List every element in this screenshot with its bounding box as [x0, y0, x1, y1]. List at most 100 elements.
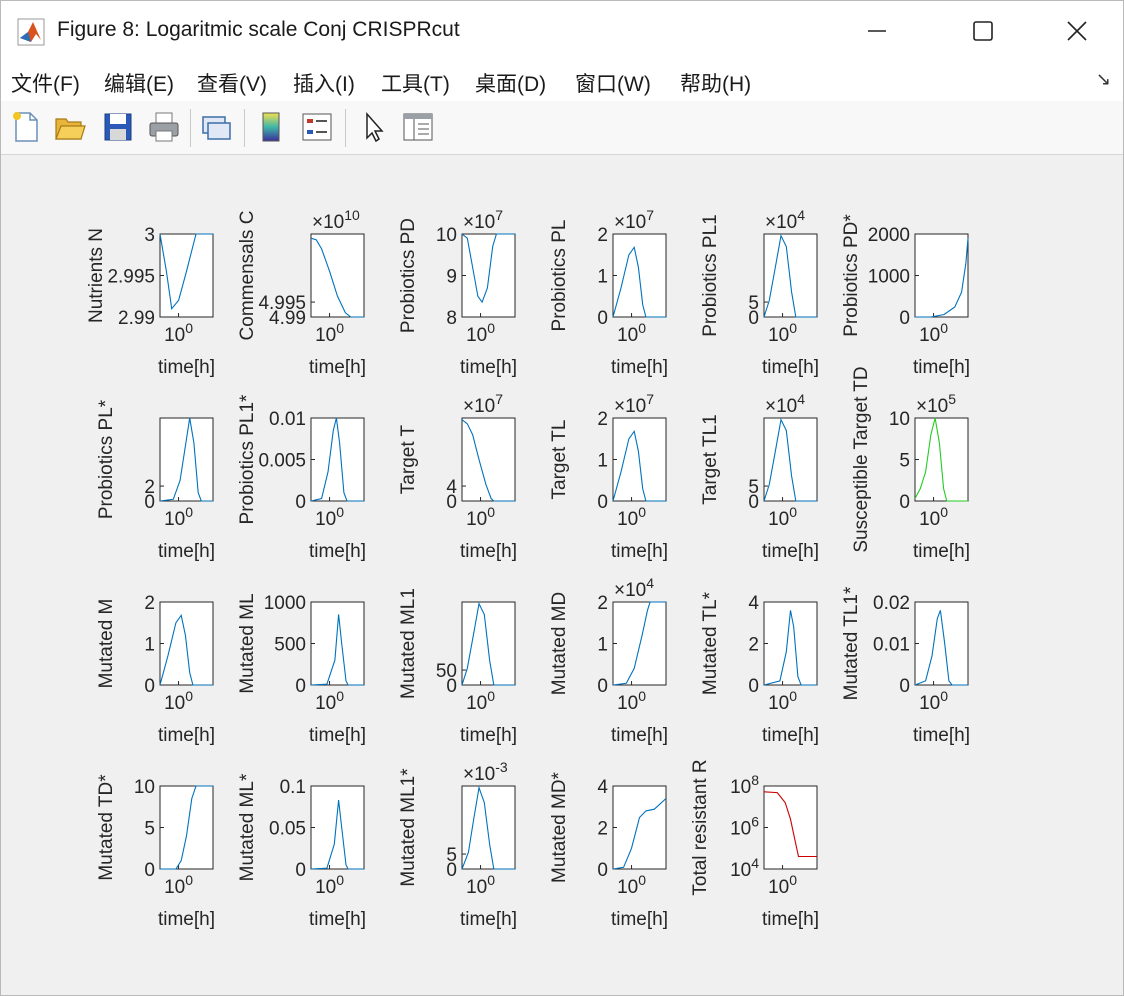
exponent-label: ×10-3 [463, 759, 508, 785]
new-figure-icon[interactable] [9, 109, 43, 145]
y-tick-label: 10 [889, 409, 910, 430]
y-axis-label: Mutated M [96, 599, 117, 689]
y-tick-label: 2 [597, 225, 608, 246]
menu-tools[interactable]: 工具(T) [381, 68, 450, 98]
y-axis-label: Probiotics PL1 [700, 214, 721, 337]
y-tick-label: 0 [748, 308, 759, 329]
subplot: 2 1 0 100 time[h] Target TL ×107 [549, 391, 668, 562]
subplot: 0.01 0.005 0 100 time[h] Probiotics PL1* [237, 394, 366, 562]
open-file-icon[interactable] [53, 109, 87, 145]
menu-help[interactable]: 帮助(H) [680, 68, 751, 98]
x-tick-label: 100 [919, 504, 948, 530]
y-axis-label: Target T [398, 424, 419, 494]
y-tick-label: 0.01 [269, 409, 306, 430]
figure-canvas: 3 2.995 2.99 100 time[h] Nutrients N 4.995 4.99… [1, 155, 1123, 995]
link-icon[interactable] [199, 109, 233, 145]
toolbar-separator [244, 109, 245, 147]
y-tick-label: 104 [730, 855, 759, 881]
menu-file[interactable]: 文件(F) [11, 68, 80, 98]
y-axis-label: Target TL1 [700, 414, 721, 504]
y-tick-label: 0 [295, 492, 306, 513]
y-axis-label: Mutated TD* [96, 774, 117, 881]
window-title: Figure 8: Logaritmic scale Conj CRISPRcu… [57, 18, 460, 41]
colorbar-icon[interactable] [255, 109, 289, 145]
pointer-icon[interactable] [357, 109, 391, 145]
y-axis-label: Mutated ML1* [398, 768, 419, 887]
exponent-label: ×104 [765, 391, 805, 417]
subplot: 20100time[h]Probiotics PL* [96, 399, 215, 562]
subplot: 2 1 0 100 time[h] Probiotics PL ×107 [549, 207, 668, 378]
y-tick-label: 0 [295, 676, 306, 697]
x-tick-label: 100 [466, 320, 495, 346]
y-axis-label: Total resistant R [690, 759, 711, 895]
toolbar [1, 101, 1123, 155]
menu-edit[interactable]: 编辑(E) [104, 68, 174, 98]
axes-box [914, 601, 969, 686]
figure-window: Figure 8: Logaritmic scale Conj CRISPRcu… [0, 0, 1124, 996]
close-button[interactable] [1041, 7, 1113, 55]
exponent-label: ×107 [463, 391, 503, 417]
y-tick-label: 8 [446, 308, 457, 329]
x-tick-label: 100 [164, 872, 193, 898]
y-tick-label: 0.1 [280, 777, 306, 798]
x-tick-label: 100 [617, 320, 646, 346]
legend-icon[interactable] [300, 109, 334, 145]
x-axis-label: time[h] [611, 725, 668, 746]
axes-box [612, 785, 667, 870]
x-tick-label: 100 [768, 872, 797, 898]
dock-arrow-icon[interactable]: ↘ [1096, 69, 1111, 90]
x-axis-label: time[h] [158, 909, 215, 930]
exponent-label: ×105 [916, 391, 956, 417]
y-tick-label: 0 [144, 860, 155, 881]
x-tick-label: 100 [466, 504, 495, 530]
x-axis-label: time[h] [158, 541, 215, 562]
save-icon[interactable] [101, 109, 135, 145]
x-tick-label: 100 [164, 504, 193, 530]
x-axis-label: time[h] [460, 541, 517, 562]
menu-insert[interactable]: 插入(I) [293, 68, 355, 98]
menu-desktop[interactable]: 桌面(D) [475, 68, 546, 98]
axes-box [461, 601, 516, 686]
subplot: 50100time[h]Target TL1×104 [700, 391, 819, 562]
close-icon [1067, 21, 1087, 41]
axes-box [310, 601, 365, 686]
y-axis-label: Probiotics PL* [96, 399, 117, 519]
menu-view[interactable]: 查看(V) [197, 68, 267, 98]
y-tick-label: 1 [144, 635, 155, 656]
y-tick-label: 106 [730, 814, 759, 840]
subplot: 4 2 0 100 time[h] Mutated MD* [549, 771, 668, 930]
y-axis-label: Mutated ML1 [398, 588, 419, 699]
menu-window[interactable]: 窗口(W) [575, 68, 651, 98]
subplot: 108 106 104 100 time[h] Total resistant R [690, 759, 819, 930]
axes-box [310, 785, 365, 870]
y-tick-label: 0 [446, 492, 457, 513]
maximize-button[interactable] [947, 7, 1019, 55]
x-tick-label: 100 [164, 320, 193, 346]
y-tick-label: 500 [274, 635, 306, 656]
x-axis-label: time[h] [309, 909, 366, 930]
exponent-label: ×107 [614, 207, 654, 233]
y-tick-label: 4.99 [269, 308, 306, 329]
axes-box [461, 417, 516, 502]
y-tick-label: 10 [436, 225, 457, 246]
subplot: 500100time[h]Mutated ML1 [398, 588, 517, 746]
x-axis-label: time[h] [913, 541, 970, 562]
x-tick-label: 100 [919, 688, 948, 714]
subplot: 10 9 8 100 time[h] Probiotics PD ×107 [398, 207, 517, 378]
axes-box [763, 233, 818, 318]
y-tick-label: 2 [597, 593, 608, 614]
y-tick-label: 0 [144, 492, 155, 513]
print-icon[interactable] [147, 109, 181, 145]
y-axis-label: Probiotics PL1* [237, 394, 258, 525]
property-inspector-icon[interactable] [401, 109, 435, 145]
subplot: 40100time[h]Target T×107 [398, 391, 517, 562]
y-tick-label: 3 [144, 225, 155, 246]
menu-bar: 文件(F) 编辑(E) 查看(V) 插入(I) 工具(T) 桌面(D) 窗口(W… [1, 61, 1123, 101]
y-axis-label: Mutated MD* [549, 771, 570, 882]
minimize-button[interactable] [841, 7, 913, 55]
exponent-label: ×107 [463, 207, 503, 233]
y-tick-label: 2 [144, 593, 155, 614]
minimize-icon [868, 30, 886, 32]
y-tick-label: 1 [597, 267, 608, 288]
subplot: 4.9954.99100time[h]Commensals C ×1010 [237, 207, 366, 378]
